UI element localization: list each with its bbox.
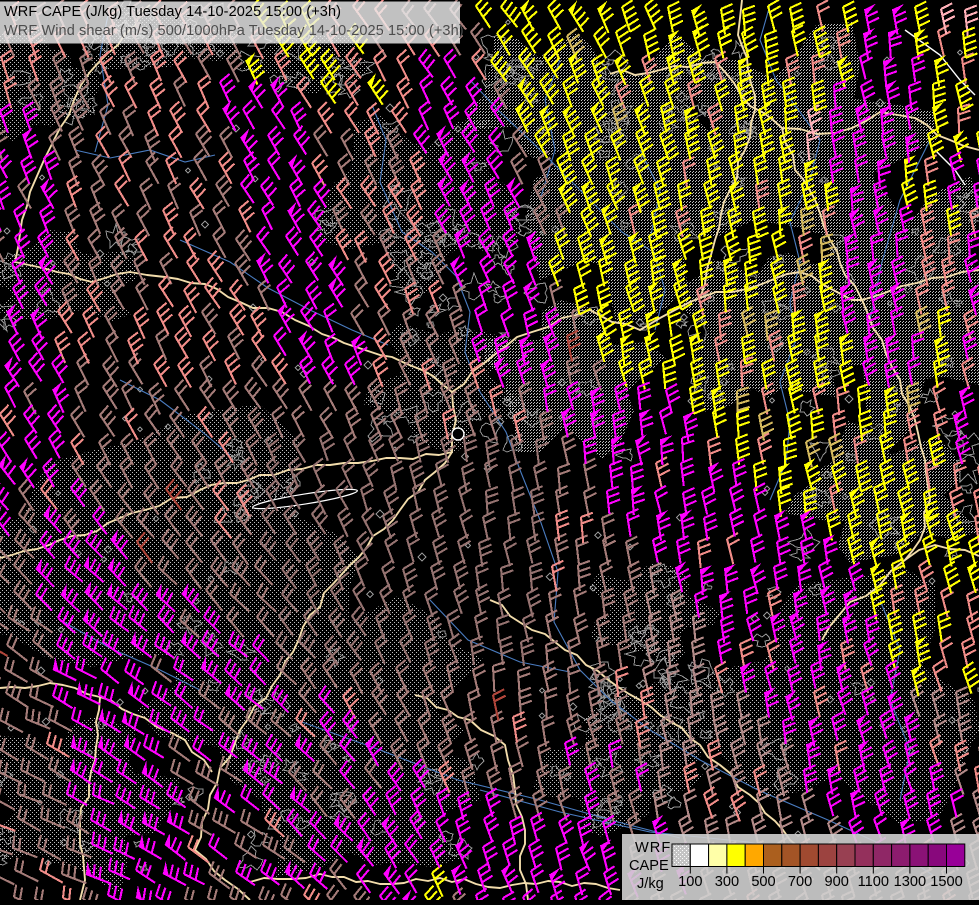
svg-text:300: 300 <box>715 874 739 890</box>
svg-text:700: 700 <box>788 874 812 890</box>
svg-text:CAPE: CAPE <box>629 858 669 874</box>
svg-text:WRF: WRF <box>635 840 671 856</box>
svg-text:J/kg: J/kg <box>637 876 664 892</box>
svg-text:1300: 1300 <box>894 874 926 890</box>
svg-text:WRF CAPE (J/kg) Tuesday 14-10-: WRF CAPE (J/kg) Tuesday 14-10-2025 15:00… <box>4 4 341 20</box>
svg-text:100: 100 <box>678 874 702 890</box>
svg-text:900: 900 <box>825 874 849 890</box>
svg-text:1100: 1100 <box>858 874 889 890</box>
svg-text:WRF Wind shear (m/s) 500/1000h: WRF Wind shear (m/s) 500/1000hPa Tuesday… <box>4 23 464 39</box>
svg-text:500: 500 <box>751 874 775 890</box>
svg-text:1500: 1500 <box>930 874 962 890</box>
